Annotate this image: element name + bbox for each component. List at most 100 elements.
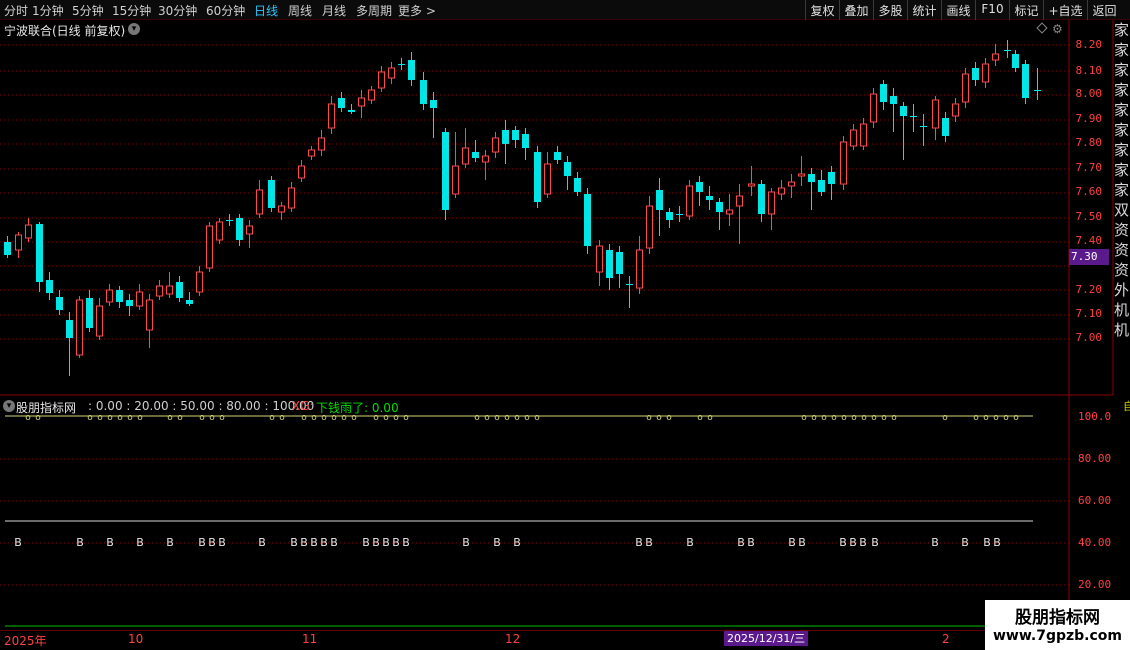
candle: [748, 166, 755, 196]
candle: [156, 280, 163, 300]
candle: [462, 128, 469, 168]
chart-title: 宁波联合(日线 前复权): [4, 24, 126, 38]
candle: [288, 182, 295, 212]
candle: [880, 80, 887, 110]
indicator-tick: 100.0: [1078, 410, 1112, 423]
crosshair-date-badge: 2025/12/31/三: [724, 631, 809, 646]
date-label: 11: [302, 632, 318, 646]
chevron-down-icon[interactable]: ▾: [3, 400, 15, 412]
candle: [952, 98, 959, 122]
top-signal-mark: o: [993, 413, 999, 423]
buy-signal-mark: B: [737, 536, 745, 549]
candle: [206, 222, 213, 272]
candle-body: [850, 129, 857, 147]
price-tick: 7.60: [1075, 185, 1103, 198]
candle-body: [186, 300, 193, 304]
buy-signal-mark: B: [136, 536, 144, 549]
candle: [420, 72, 427, 110]
candle: [116, 286, 123, 308]
candle-body: [910, 116, 917, 117]
candle-body: [236, 218, 243, 240]
candle: [1022, 60, 1029, 104]
candle-body: [840, 141, 847, 185]
candle: [696, 176, 703, 206]
top-signal-mark: o: [209, 413, 215, 423]
candle: [298, 160, 305, 182]
candle-body: [76, 299, 83, 356]
candle: [666, 208, 673, 228]
buy-signal-mark: B: [686, 536, 694, 549]
candle: [808, 168, 815, 210]
candle: [992, 44, 999, 66]
buy-signal-mark: B: [290, 536, 298, 549]
candle-body: [626, 284, 633, 285]
candle: [840, 136, 847, 190]
top-signal-mark: o: [269, 413, 275, 423]
candle-body: [156, 285, 163, 297]
candle-body: [992, 53, 999, 61]
candle: [920, 114, 927, 146]
top-signal-mark: o: [87, 413, 93, 423]
candle-body: [430, 100, 437, 108]
candle: [574, 172, 581, 196]
chevron-down-icon[interactable]: ▾: [128, 23, 140, 35]
top-signal-mark: o: [494, 413, 500, 423]
candle: [1012, 50, 1019, 72]
candle: [676, 206, 683, 222]
price-tick: 7.40: [1075, 234, 1103, 247]
candle: [900, 102, 907, 160]
candle: [15, 232, 22, 258]
top-signal-mark: o: [1003, 413, 1009, 423]
candle: [86, 290, 93, 332]
date-label: 10: [128, 632, 144, 646]
buy-signal-mark: B: [382, 536, 390, 549]
candle-body: [420, 80, 427, 104]
candle-body: [534, 152, 541, 202]
xg-label: XG:: [292, 399, 314, 413]
current-price-badge: 7.30: [1069, 249, 1109, 265]
kline-chart[interactable]: oooooooooooooooooooooooooooooooooooooooo…: [0, 0, 1130, 650]
candle-body: [666, 212, 673, 220]
candle-body: [808, 174, 815, 182]
candle-body: [348, 110, 355, 112]
candle-body: [298, 165, 305, 179]
candle-body: [736, 195, 743, 207]
candle: [408, 52, 415, 86]
buy-signal-mark: B: [372, 536, 380, 549]
top-signal-mark: o: [656, 413, 662, 423]
candle-body: [818, 180, 825, 192]
buy-signal-mark: B: [76, 536, 84, 549]
candle-body: [748, 183, 755, 187]
candle-body: [388, 67, 395, 79]
candle-body: [25, 224, 32, 239]
candle-body: [870, 93, 877, 123]
price-tick: 7.80: [1075, 136, 1103, 149]
candle-body: [656, 190, 663, 210]
candle-body: [492, 137, 499, 153]
top-signal-mark: o: [117, 413, 123, 423]
candle-body: [596, 245, 603, 273]
candle-body: [768, 191, 775, 215]
candle: [818, 170, 825, 196]
candle: [932, 96, 939, 140]
candle-body: [166, 285, 173, 295]
top-signal-mark: o: [851, 413, 857, 423]
candle: [736, 184, 743, 244]
candle: [146, 294, 153, 348]
candle: [25, 218, 32, 242]
buy-signal-mark: B: [462, 536, 470, 549]
candle-body: [646, 205, 653, 249]
candle-body: [482, 155, 489, 163]
candle-body: [378, 71, 385, 89]
signal-o-markers: oooooooooooooooooooooooooooooooooooooooo…: [25, 413, 1019, 423]
top-signal-mark: o: [646, 413, 652, 423]
gear-icon[interactable]: ⚙: [1052, 22, 1063, 36]
top-signal-mark: o: [871, 413, 877, 423]
candle: [216, 218, 223, 244]
date-label: 12: [505, 632, 521, 646]
candle: [452, 132, 459, 198]
indicator-tick: 40.00: [1078, 536, 1112, 549]
indicator-top-mark: 自: [1123, 400, 1130, 413]
candle-body: [860, 123, 867, 147]
candle-body: [932, 99, 939, 129]
